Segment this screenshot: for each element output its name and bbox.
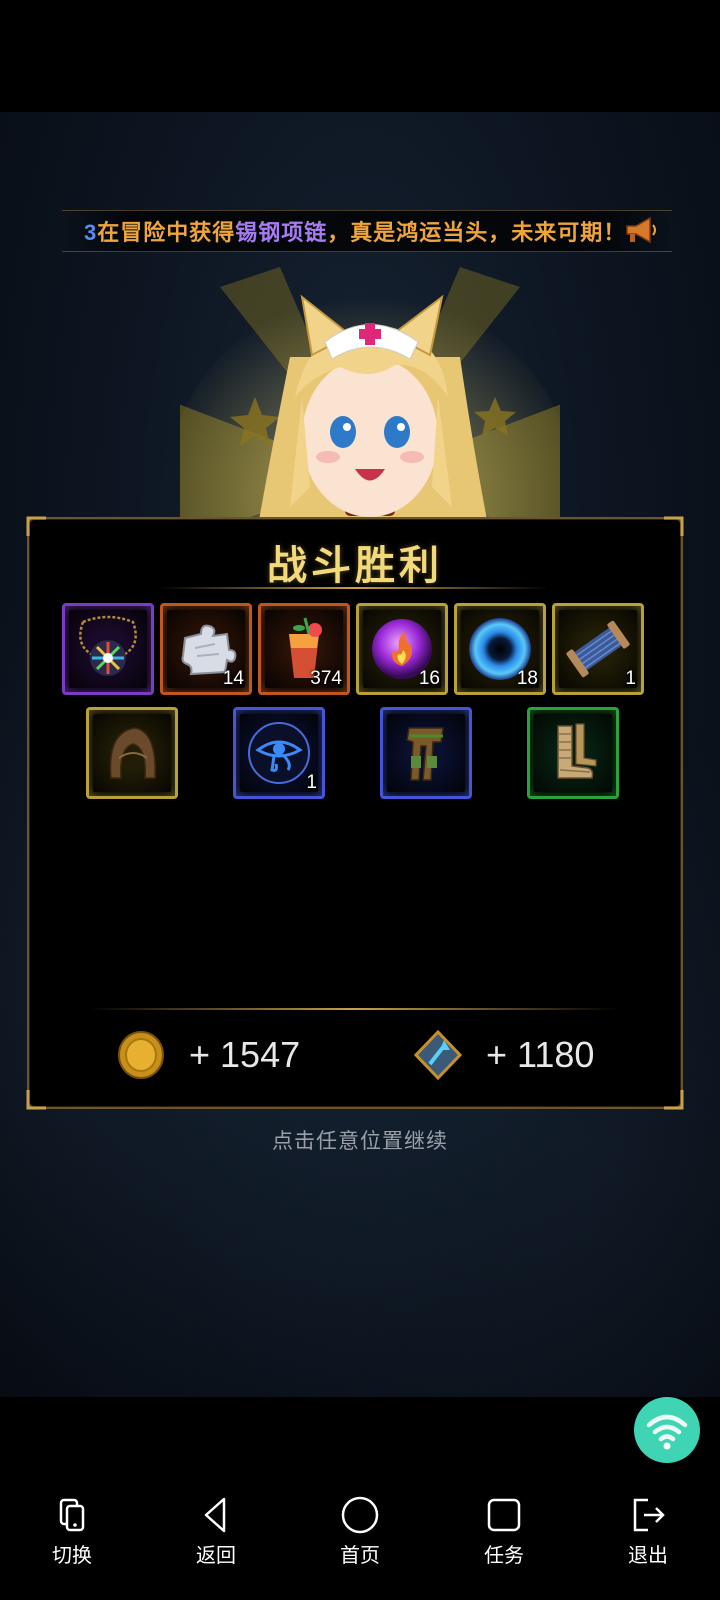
leather-hood-icon xyxy=(109,727,156,779)
continue-hint: 点击任意位置继续 xyxy=(272,1130,448,1153)
leg-armor-icon xyxy=(406,727,444,781)
reward-divider xyxy=(89,1008,619,1010)
reward-item-slot[interactable] xyxy=(527,707,619,799)
reward-item-slot[interactable] xyxy=(62,603,154,695)
eye-rune-icon xyxy=(248,722,310,784)
ticker-prefix: 3 xyxy=(84,220,98,245)
item-quantity: 1 xyxy=(306,772,317,793)
reward-item-slot[interactable] xyxy=(86,707,178,799)
reward-item-slot[interactable]: 1 xyxy=(552,603,644,695)
back-triangle-icon xyxy=(204,1497,226,1533)
reward-item-slot[interactable]: 16 xyxy=(356,603,448,695)
bottom-nav-bar: 切换 返回 首页 任务 退出 xyxy=(0,1475,720,1600)
home-circle-icon xyxy=(341,1496,379,1534)
reward-item-slot[interactable] xyxy=(380,707,472,799)
reward-item-slot[interactable]: 1 xyxy=(233,707,325,799)
bandaged-boots-icon xyxy=(557,723,597,779)
nav-tasks-label: 任务 xyxy=(484,1545,524,1567)
nav-back-label: 返回 xyxy=(196,1545,236,1567)
tasks-square-icon xyxy=(487,1498,521,1532)
item-quantity: 16 xyxy=(418,668,440,689)
nav-exit[interactable]: 退出 xyxy=(603,1495,693,1568)
exp-reward: + 1180 xyxy=(414,1030,594,1080)
item-quantity: 1 xyxy=(625,668,636,689)
reward-item-slot[interactable]: 374 xyxy=(258,603,350,695)
wifi-float-button[interactable] xyxy=(634,1397,700,1463)
ticker-text-after: ，真是鸿运当头，未来可期！ xyxy=(327,220,627,245)
exp-crystal-icon xyxy=(414,1030,462,1080)
battle-result-panel: 战斗胜利 14 374 16 18 1 1 xyxy=(26,516,684,1110)
nav-home-label: 首页 xyxy=(340,1545,380,1567)
item-quantity: 374 xyxy=(310,668,342,689)
thread-spool-icon xyxy=(566,620,630,678)
battle-victory-title: 战斗胜利 xyxy=(267,544,443,588)
panel-corner-ornament xyxy=(664,1090,684,1110)
title-divider xyxy=(159,587,549,589)
item-quantity: 18 xyxy=(516,668,538,689)
exit-icon xyxy=(633,1498,665,1532)
gold-amount: + 1547 xyxy=(189,1034,301,1075)
switch-device-icon xyxy=(59,1498,85,1532)
reward-item-slot[interactable]: 14 xyxy=(160,603,252,695)
gold-reward: + 1547 xyxy=(117,1030,300,1080)
ticker-item-name: 锡钢项链 xyxy=(235,220,328,245)
exp-amount: + 1180 xyxy=(486,1034,595,1075)
ticker-message: 3在冒险中获得锡钢项链，真是鸿运当头，未来可期！ xyxy=(62,215,626,247)
nav-switch-label: 切换 xyxy=(52,1545,92,1567)
nav-back[interactable]: 返回 xyxy=(171,1495,261,1568)
nav-switch[interactable]: 切换 xyxy=(27,1495,117,1568)
nav-tasks[interactable]: 任务 xyxy=(459,1495,549,1568)
gold-coin-icon xyxy=(118,1031,164,1079)
reward-item-slot[interactable]: 18 xyxy=(454,603,546,695)
wifi-icon xyxy=(646,1414,688,1450)
announcement-ticker: 3在冒险中获得锡钢项链，真是鸿运当头，未来可期！ xyxy=(62,210,672,252)
gem-necklace-icon xyxy=(79,615,137,676)
megaphone-icon xyxy=(626,216,656,244)
item-quantity: 14 xyxy=(222,668,244,689)
nav-home[interactable]: 首页 xyxy=(315,1495,405,1568)
ticker-text-before: 在冒险中获得 xyxy=(97,220,236,245)
panel-corner-ornament xyxy=(26,1090,46,1110)
nav-exit-label: 退出 xyxy=(628,1545,668,1567)
